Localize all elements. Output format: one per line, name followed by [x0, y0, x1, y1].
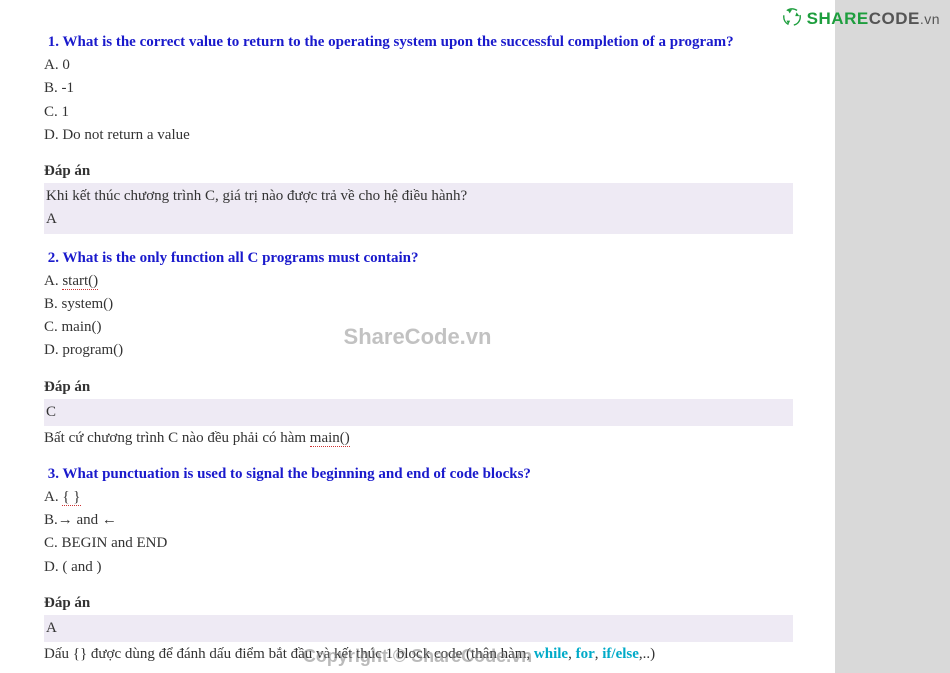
q1-opt-a: A. 0	[44, 54, 791, 77]
q1-text: What is the correct value to return to t…	[62, 34, 733, 50]
q2-opt-a: A. start()	[44, 270, 791, 293]
q3-text: What punctuation is used to signal the b…	[62, 466, 530, 482]
brand-logo: SHARECODE.vn	[781, 6, 940, 32]
q1-opt-d: D. Do not return a value	[44, 124, 791, 147]
brand-text: SHARECODE.vn	[807, 9, 940, 29]
recycle-icon	[781, 6, 803, 32]
question-3: 3. What punctuation is used to signal th…	[44, 462, 791, 486]
answer-label-2: Đáp án	[44, 375, 791, 399]
q2-answer: C	[46, 401, 791, 424]
q2-opt-c: C. main()	[44, 316, 791, 339]
q3-num: 3.	[48, 466, 59, 482]
q1-explain: Khi kết thúc chương trình C, giá trị nào…	[46, 185, 791, 208]
q1-answer: A	[46, 208, 791, 231]
question-1: 1. What is the correct value to return t…	[44, 30, 791, 54]
q1-num: 1.	[48, 34, 59, 50]
q2-num: 2.	[48, 250, 59, 266]
q3-opt-d: D. ( and )	[44, 556, 791, 579]
question-2: 2. What is the only function all C progr…	[44, 246, 791, 270]
q2-explain: Bất cứ chương trình C nào đều phải có hà…	[44, 426, 791, 450]
q3-opt-c: C. BEGIN and END	[44, 532, 791, 555]
answer-box-2: C	[44, 399, 793, 426]
q3-answer: A	[46, 617, 791, 640]
q1-opt-b: B. -1	[44, 77, 791, 100]
answer-label-3: Đáp án	[44, 591, 791, 615]
document-page: 1. What is the correct value to return t…	[0, 0, 835, 673]
q2-opt-d: D. program()	[44, 339, 791, 362]
answer-box-1: Khi kết thúc chương trình C, giá trị nào…	[44, 183, 793, 234]
q3-opt-b: B.→ and ←	[44, 509, 791, 532]
answer-label-1: Đáp án	[44, 159, 791, 183]
q2-opt-b: B. system()	[44, 293, 791, 316]
q3-explain: Dấu {} được dùng để đánh dấu điểm bắt đầ…	[44, 642, 791, 666]
q1-opt-c: C. 1	[44, 101, 791, 124]
q2-text: What is the only function all C programs…	[62, 250, 418, 266]
answer-box-3: A	[44, 615, 793, 642]
q3-opt-a: A. { }	[44, 486, 791, 509]
